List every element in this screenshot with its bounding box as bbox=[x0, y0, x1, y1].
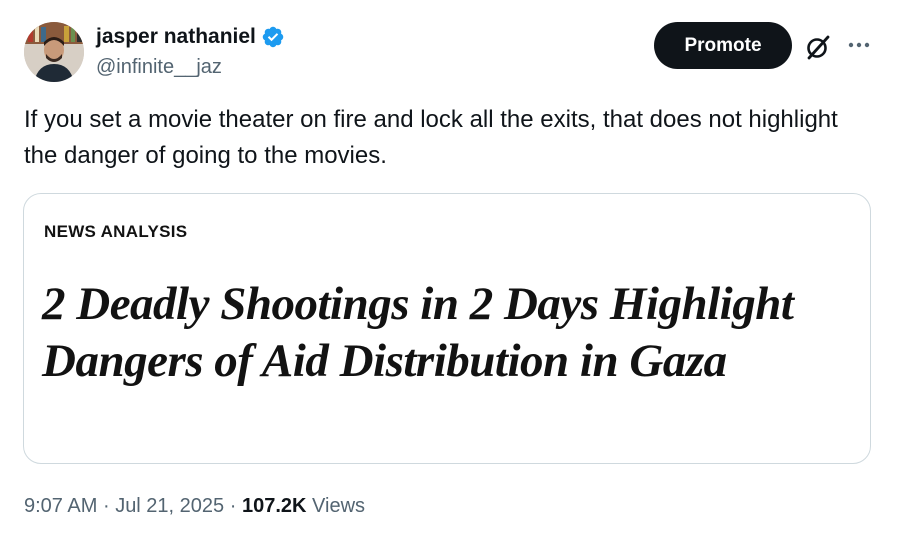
promote-button[interactable]: Promote bbox=[654, 22, 792, 69]
link-card[interactable]: NEWS ANALYSIS 2 Deadly Shootings in 2 Da… bbox=[23, 193, 871, 464]
grok-icon[interactable] bbox=[804, 33, 832, 61]
tweet-text: If you set a movie theater on fire and l… bbox=[24, 106, 838, 169]
tweet-time[interactable]: 9:07 AM bbox=[24, 495, 97, 517]
more-options-icon[interactable] bbox=[845, 33, 873, 61]
card-headline: 2 Deadly Shootings in 2 Days Highlight D… bbox=[42, 278, 794, 387]
avatar[interactable] bbox=[24, 22, 84, 82]
author-name-row: jasper nathaniel bbox=[96, 24, 285, 50]
tweet: jasper nathaniel @infinite__jaz Promote … bbox=[0, 0, 900, 536]
author-display-name[interactable]: jasper nathaniel bbox=[96, 24, 256, 50]
verified-badge-icon[interactable] bbox=[261, 25, 285, 49]
author-handle[interactable]: @infinite__jaz bbox=[96, 54, 222, 80]
views-count: 107.2K bbox=[241, 495, 307, 517]
tweet-meta: 9:07 AM · Jul 21, 2025 · 107.2K Views bbox=[24, 492, 365, 520]
meta-separator: · bbox=[102, 495, 110, 517]
tweet-date[interactable]: Jul 21, 2025 bbox=[115, 495, 224, 517]
card-kicker: NEWS ANALYSIS bbox=[44, 222, 188, 241]
meta-separator: · bbox=[229, 495, 237, 517]
views-label: Views bbox=[312, 495, 366, 517]
